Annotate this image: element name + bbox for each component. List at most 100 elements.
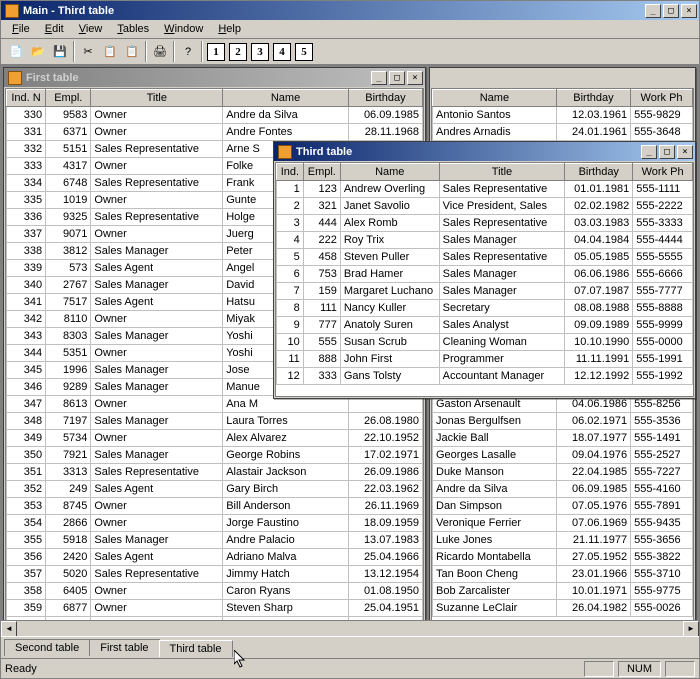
col3-empl[interactable]: Empl.	[303, 164, 340, 181]
third-table-grid[interactable]: Ind. Empl. Name Title Birthday Work Ph 1…	[275, 162, 694, 397]
num2-button[interactable]: 2	[227, 41, 249, 62]
col3-name[interactable]: Name	[340, 164, 439, 181]
menu-help[interactable]: Help	[211, 22, 248, 36]
menu-tables[interactable]: Tables	[110, 22, 156, 36]
help-button[interactable]: ?	[177, 41, 199, 62]
table-row[interactable]: 3586405OwnerCaron Ryans01.08.1950	[7, 583, 423, 600]
table-row[interactable]: Ricardo Montabella27.05.1952555-3822	[433, 549, 693, 566]
third-table-window[interactable]: Third table _ □ × Ind. Empl. Name Title …	[273, 141, 696, 399]
scroll-right-button[interactable]: ►	[683, 621, 699, 637]
col2-name[interactable]: Name	[433, 90, 557, 107]
table-row[interactable]: 4222Roy TrixSales Manager04.04.1984555-4…	[277, 232, 693, 249]
table-row[interactable]: 1123Andrew OverlingSales Representative0…	[277, 181, 693, 198]
table-row[interactable]: 3513313Sales RepresentativeAlastair Jack…	[7, 464, 423, 481]
table-row[interactable]: 3555918Sales ManagerAndre Palacio13.07.1…	[7, 532, 423, 549]
table-row[interactable]: Jonas Bergulfsen06.02.1971555-3536	[433, 413, 693, 430]
table-row[interactable]: Antonio Santos12.03.1961555-9829	[433, 107, 693, 124]
tab-third-table[interactable]: Third table	[159, 640, 233, 657]
table-row[interactable]: 3575020Sales RepresentativeJimmy Hatch13…	[7, 566, 423, 583]
child-min-button[interactable]: _	[641, 145, 657, 159]
table-row[interactable]: 6753Brad HamerSales Manager06.06.1986555…	[277, 266, 693, 283]
menu-edit[interactable]: Edit	[38, 22, 71, 36]
col2-workph[interactable]: Work Ph	[631, 90, 693, 107]
table-row[interactable]: Suzanne LeClair26.04.1982555-0026	[433, 600, 693, 617]
table-row[interactable]: 3606067Sales ManagerFran Durant24.12.195…	[7, 617, 423, 621]
table-row[interactable]: 3596877OwnerSteven Sharp25.04.1951	[7, 600, 423, 617]
copy-button[interactable]: 📋	[99, 41, 121, 62]
num3-button[interactable]: 3	[249, 41, 271, 62]
table-row[interactable]: Jackie Ball18.07.1977555-1491	[433, 430, 693, 447]
col-birthday[interactable]: Birthday	[348, 90, 422, 107]
col3-workph[interactable]: Work Ph	[633, 164, 693, 181]
table-row[interactable]: 5458Steven PullerSales Representative05.…	[277, 249, 693, 266]
table-row[interactable]: 3542866OwnerJorge Faustino18.09.1959	[7, 515, 423, 532]
col-title[interactable]: Title	[91, 90, 223, 107]
col3-ind[interactable]: Ind.	[277, 164, 304, 181]
table-row[interactable]: 3495734OwnerAlex Alvarez22.10.1952	[7, 430, 423, 447]
table-row[interactable]: Bob Zarcalister10.01.1971555-9775	[433, 583, 693, 600]
table-row[interactable]: 7159Margaret LuchanoSales Manager07.07.1…	[277, 283, 693, 300]
table-row[interactable]: 352249Sales AgentGary Birch22.03.1962	[7, 481, 423, 498]
cut-button[interactable]: ✂	[77, 41, 99, 62]
child-max-button[interactable]: □	[389, 71, 405, 85]
main-titlebar[interactable]: Main - Third table _ □ ×	[1, 1, 699, 20]
col-ind[interactable]: Ind. N	[7, 90, 46, 107]
first-table-titlebar[interactable]: First table _ □ ×	[4, 68, 425, 87]
col2-birthday[interactable]: Birthday	[556, 90, 630, 107]
col3-birthday[interactable]: Birthday	[565, 164, 633, 181]
minimize-button[interactable]: _	[645, 4, 661, 18]
table-row[interactable]: 3562420Sales AgentAdriano Malva25.04.196…	[7, 549, 423, 566]
table-row[interactable]: 10555Susan ScrubCleaning Woman10.10.1990…	[277, 334, 693, 351]
menu-window[interactable]: Window	[157, 22, 210, 36]
num5-button[interactable]: 5	[293, 41, 315, 62]
toolbar: 📄 📂 💾 ✂ 📋 📋 🖨 ? 1 2 3 4 5	[1, 39, 699, 65]
status-ready: Ready	[5, 663, 37, 675]
new-button[interactable]: 📄	[5, 41, 27, 62]
col-empl[interactable]: Empl.	[46, 90, 91, 107]
close-button[interactable]: ×	[681, 4, 697, 18]
child-min-button[interactable]: _	[371, 71, 387, 85]
col-name[interactable]: Name	[223, 90, 349, 107]
save-button[interactable]: 💾	[49, 41, 71, 62]
table-row[interactable]: Tan Boon Cheng23.01.1966555-3710	[433, 566, 693, 583]
third-table-title: Third table	[296, 146, 641, 158]
tab-second-table[interactable]: Second table	[4, 639, 90, 656]
child-close-button[interactable]: ×	[677, 145, 693, 159]
statusbar: Ready NUM	[1, 658, 699, 678]
table-row[interactable]: Luke Jones21.11.1977555-3656	[433, 532, 693, 549]
tab-first-table[interactable]: First table	[89, 639, 159, 656]
main-title: Main - Third table	[23, 5, 645, 17]
scroll-left-button[interactable]: ◄	[1, 621, 17, 637]
child-max-button[interactable]: □	[659, 145, 675, 159]
table-row[interactable]: 12333Gans TolstyAccountant Manager12.12.…	[277, 368, 693, 385]
table-row[interactable]: 3507921Sales ManagerGeorge Robins17.02.1…	[7, 447, 423, 464]
third-table-titlebar[interactable]: Third table _ □ ×	[274, 142, 695, 161]
num4-button[interactable]: 4	[271, 41, 293, 62]
table-row[interactable]: 8111Nancy KullerSecretary08.08.1988555-8…	[277, 300, 693, 317]
table-row[interactable]: 3309583OwnerAndre da Silva06.09.1985	[7, 107, 423, 124]
menu-file[interactable]: File	[5, 22, 37, 36]
open-button[interactable]: 📂	[27, 41, 49, 62]
table-row[interactable]: 3538745OwnerBill Anderson26.11.1969	[7, 498, 423, 515]
table-row[interactable]: Dan Simpson07.05.1976555-7891	[433, 498, 693, 515]
maximize-button[interactable]: □	[663, 4, 679, 18]
mdi-hscrollbar[interactable]: ◄ ►	[1, 620, 699, 636]
table-row[interactable]: Andres Arnadis24.01.1961555-3648	[433, 124, 693, 141]
print-button[interactable]: 🖨	[149, 41, 171, 62]
table-row[interactable]: 3487197Sales ManagerLaura Torres26.08.19…	[7, 413, 423, 430]
menu-view[interactable]: View	[72, 22, 110, 36]
child-close-button[interactable]: ×	[407, 71, 423, 85]
table-row[interactable]: 11888John FirstProgrammer11.11.1991555-1…	[277, 351, 693, 368]
table-row[interactable]: Veronique Ferrier07.06.1969555-9435	[433, 515, 693, 532]
status-num: NUM	[618, 661, 661, 677]
paste-button[interactable]: 📋	[121, 41, 143, 62]
table-row[interactable]: 2321Janet SavolioVice President, Sales02…	[277, 198, 693, 215]
table-row[interactable]: 9777Anatoly SurenSales Analyst09.09.1989…	[277, 317, 693, 334]
col3-title[interactable]: Title	[439, 164, 565, 181]
table-row[interactable]: 3444Alex RombSales Representative03.03.1…	[277, 215, 693, 232]
table-row[interactable]: 3316371OwnerAndre Fontes28.11.1968	[7, 124, 423, 141]
table-row[interactable]: Andre da Silva06.09.1985555-4160	[433, 481, 693, 498]
table-row[interactable]: Georges Lasalle09.04.1976555-2527	[433, 447, 693, 464]
table-row[interactable]: Duke Manson22.04.1985555-7227	[433, 464, 693, 481]
num1-button[interactable]: 1	[205, 41, 227, 62]
